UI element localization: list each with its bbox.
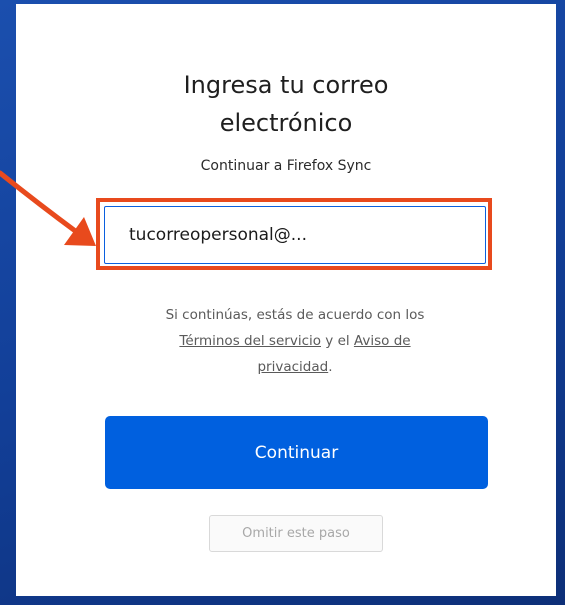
arrow-icon xyxy=(0,170,96,246)
page-title: Ingresa tu correo electrónico xyxy=(16,66,556,142)
title-line-1: Ingresa tu correo xyxy=(183,71,389,99)
privacy-link-part-2[interactable]: privacidad xyxy=(257,359,328,375)
privacy-link-part-1[interactable]: Aviso de xyxy=(354,333,411,349)
legal-text: Si continúas, estás de acuerdo con los xyxy=(165,307,425,323)
title-line-2: electrónico xyxy=(219,109,353,137)
continue-button[interactable]: Continuar xyxy=(105,416,488,489)
terms-link[interactable]: Términos del servicio xyxy=(179,333,321,349)
email-input[interactable] xyxy=(104,206,486,264)
legal-period: . xyxy=(328,359,333,375)
legal-connector: y el xyxy=(321,333,354,349)
skip-step-button[interactable]: Omitir este paso xyxy=(209,515,383,552)
legal-notice: Si continúas, estás de acuerdo con los T… xyxy=(110,302,480,380)
